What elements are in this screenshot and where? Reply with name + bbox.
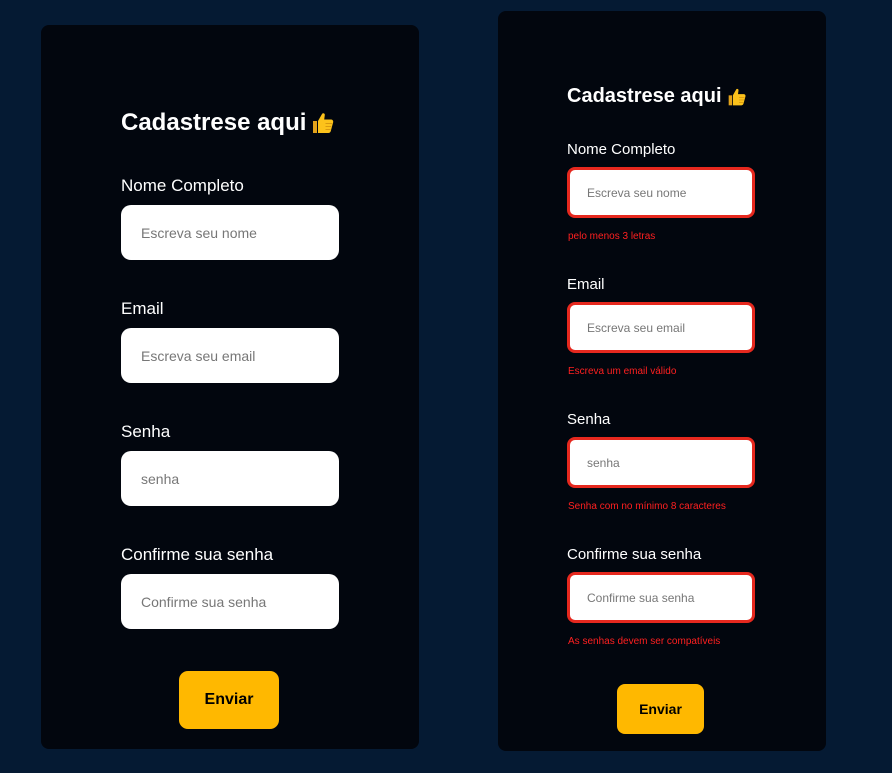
form-title: Cadastrese aqui: [121, 109, 335, 137]
thumbs-up-icon: [727, 87, 747, 107]
name-input[interactable]: [121, 205, 339, 260]
email-error-message: Escreva um email válido: [568, 366, 677, 377]
form-title-text: Cadastrese aqui: [567, 85, 722, 107]
confirm-password-error-message: As senhas devem ser compatíveis: [568, 636, 721, 647]
email-input[interactable]: [121, 328, 339, 383]
form-title-text: Cadastrese aqui: [121, 109, 307, 136]
email-label: Email: [567, 276, 605, 293]
confirm-password-label: Confirme sua senha: [567, 546, 702, 563]
password-input[interactable]: [567, 437, 755, 488]
confirm-password-input[interactable]: [567, 572, 755, 623]
password-label: Senha: [567, 411, 611, 428]
password-error-message: Senha com no mínimo 8 caracteres: [568, 501, 726, 512]
signup-form-card: Cadastrese aqui Nome Completo Email Senh…: [41, 25, 419, 749]
confirm-password-input[interactable]: [121, 574, 339, 629]
password-input[interactable]: [121, 451, 339, 506]
submit-button[interactable]: Enviar: [617, 684, 704, 734]
form-title: Cadastrese aqui: [567, 85, 747, 108]
name-input[interactable]: [567, 167, 755, 218]
name-label: Nome Completo: [121, 176, 244, 195]
submit-button[interactable]: Enviar: [179, 671, 279, 729]
name-error-message: pelo menos 3 letras: [568, 231, 656, 242]
password-label: Senha: [121, 422, 171, 441]
name-label: Nome Completo: [567, 141, 676, 158]
signup-form-card-with-errors: Cadastrese aqui Nome Completo pelo menos…: [498, 11, 826, 751]
email-input[interactable]: [567, 302, 755, 353]
email-label: Email: [121, 299, 164, 318]
thumbs-up-icon: [311, 111, 335, 135]
confirm-password-label: Confirme sua senha: [121, 545, 274, 564]
